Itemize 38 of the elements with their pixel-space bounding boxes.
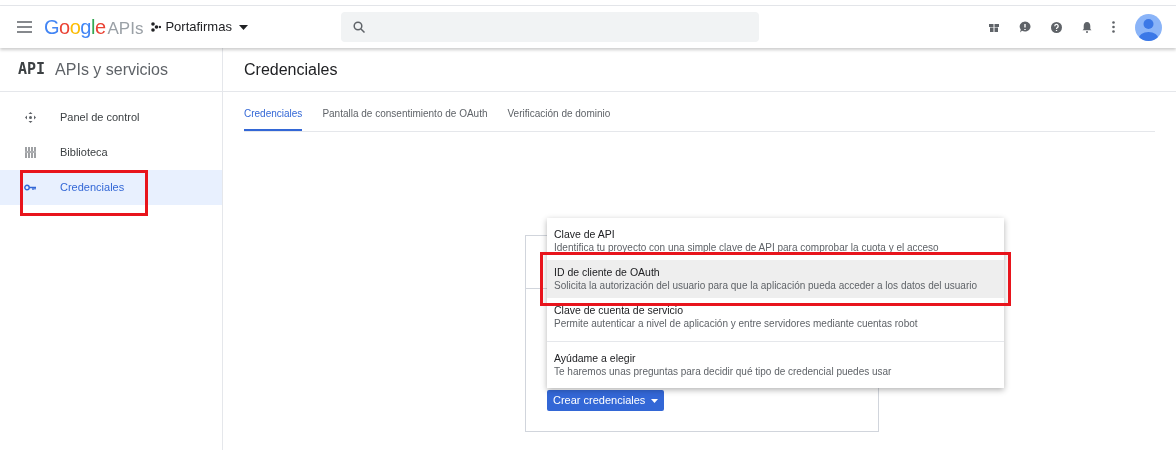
api-logo: API	[18, 59, 46, 81]
menu-item[interactable]: ID de cliente de OAuth Solicita la autorización del usuario para que la aplicación pueda acceder a los datos del usuario	[547, 260, 1004, 298]
project-selector[interactable]: Portafirmas	[151, 17, 248, 37]
gift-icon[interactable]	[989, 22, 999, 32]
menu-item-title: ID de cliente de OAuth	[554, 265, 661, 279]
project-icon	[151, 22, 162, 32]
create-credentials-button[interactable]: Crear credenciales	[547, 390, 665, 411]
menu-icon[interactable]	[17, 21, 32, 33]
menu-item-title: Clave de API	[554, 227, 616, 241]
tab[interactable]: Pantalla de consentimiento de OAuth	[322, 106, 488, 131]
more-icon[interactable]	[1112, 21, 1115, 33]
menu-item[interactable]: Ayúdame a elegir Te haremos unas preguntas para decidir qué tipo de credencial puedes usar	[547, 346, 1004, 384]
page-title: Credenciales	[244, 59, 338, 80]
feedback-icon[interactable]	[1019, 21, 1031, 33]
menu-item-title: Clave de cuenta de servicio	[554, 303, 684, 317]
tab[interactable]: Credenciales	[244, 106, 303, 131]
menu-item-description: Solicita la autorización del usuario para que la aplicación pueda acceder a los datos del usuario	[554, 279, 979, 293]
menu-item-description: Te haremos unas preguntas para decidir qué tipo de credencial puedes usar	[554, 365, 893, 379]
google-logo[interactable]: Google	[44, 12, 106, 42]
search-icon	[352, 21, 365, 33]
avatar-icon[interactable]	[1135, 13, 1162, 41]
library-icon	[24, 147, 36, 158]
bell-icon[interactable]	[1082, 21, 1092, 33]
menu-item[interactable]: Clave de cuenta de servicio Permite autenticar a nivel de aplicación y entre servidores mediante cuentas robot	[547, 298, 1004, 342]
caret-icon	[651, 398, 659, 403]
caret-icon	[238, 24, 248, 30]
sidebar-item[interactable]: Biblioteca	[0, 135, 222, 170]
sidebar-title: APIs y servicios	[55, 59, 168, 80]
product-name: APIs	[107, 18, 144, 40]
sidebar-item[interactable]: Credenciales	[0, 170, 222, 205]
key-icon	[24, 184, 36, 191]
sidebar-item[interactable]: Panel de control	[0, 100, 222, 135]
search-field[interactable]	[340, 12, 759, 42]
dashboard-icon	[24, 112, 36, 123]
help-icon[interactable]	[1051, 21, 1062, 33]
menu-item-description: Permite autenticar a nivel de aplicación y entre servidores mediante cuentas robot	[554, 317, 919, 331]
tab[interactable]: Verificación de dominio	[507, 106, 611, 131]
menu-item-title: Ayúdame a elegir	[554, 351, 637, 365]
